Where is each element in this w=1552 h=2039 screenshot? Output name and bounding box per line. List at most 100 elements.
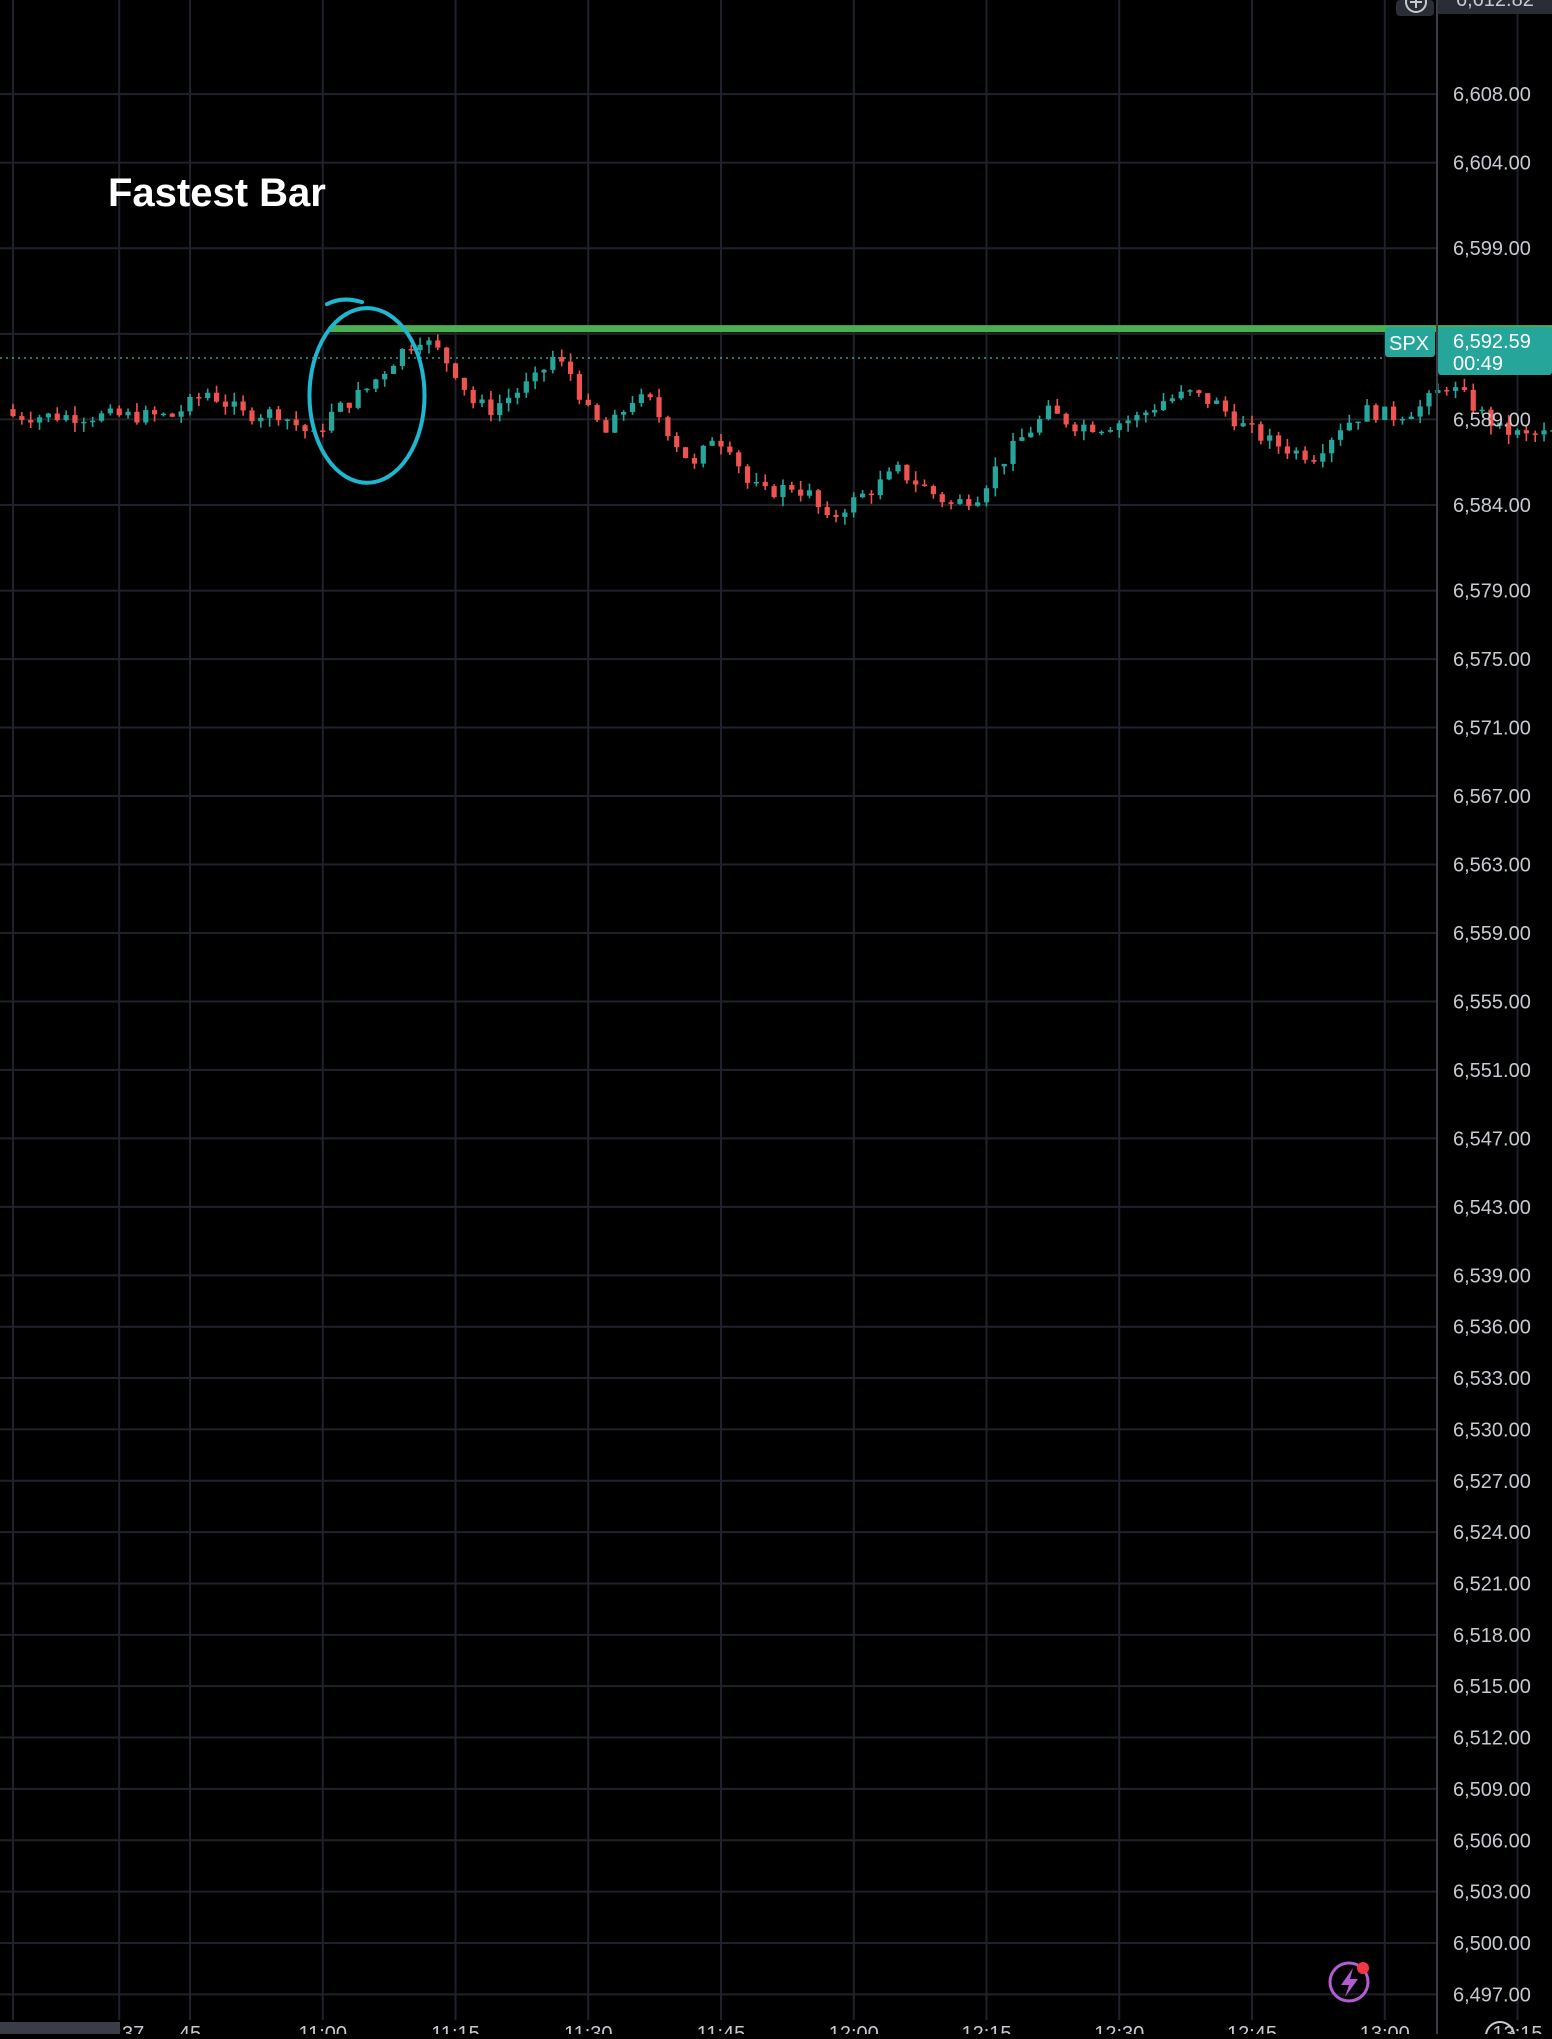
candle-body [771,486,777,498]
chart-area[interactable]: 6,608.006,604.006,599.006,594.006,589.00… [0,0,1552,2039]
price-tick-label: 6,500.00 [1453,1933,1531,1955]
candle-body [718,440,724,447]
candle-body [1143,412,1149,416]
candle-body [337,402,344,412]
crosshair-time-box [0,2022,120,2036]
candle-body [1240,423,1246,427]
candle-body [373,379,379,389]
candle-body [435,340,441,348]
candle-body [1072,424,1078,432]
candle-body [382,373,388,380]
candle-body [647,394,653,398]
price-tick-label: 6,579.00 [1453,581,1531,603]
candle-body [36,417,43,423]
candle-body [523,381,529,393]
candle-body [408,349,414,351]
candle-body [895,464,901,472]
candle-body [798,489,804,496]
candle-body [1267,435,1273,441]
candle-body [992,466,998,489]
candle-body [45,413,51,418]
candle-body [1461,387,1467,390]
candle-body [1063,413,1069,425]
candle-body [1426,393,1432,407]
candle-body [1541,430,1547,435]
candle-body [320,430,326,432]
price-tick-label: 6,608.00 [1453,84,1531,106]
plus-circle-icon[interactable] [1396,0,1434,16]
candle-body [205,392,211,399]
candle-body [966,499,972,506]
candle-body [1444,390,1450,392]
candle-body [1329,439,1335,454]
candle [452,362,459,380]
candle-body [665,417,671,437]
price-tick-label: 6,547.00 [1453,1128,1531,1150]
annotation-text[interactable]: Fastest Bar [108,171,326,215]
candle-body [1054,405,1060,414]
candle-body [1010,440,1016,464]
candle-body [709,440,715,446]
last-price-value: 6,592.59 [1453,331,1531,353]
candle-body [1205,393,1211,404]
candle-body [833,515,839,517]
price-tick-label: 6,503.00 [1453,1882,1531,1904]
candle-body [736,452,742,467]
candle-body [1028,432,1034,438]
candle-body [612,414,618,433]
candle-body [275,409,282,421]
candle-body [1320,453,1326,462]
candle-body [28,419,34,423]
candle-body [1037,419,1043,433]
candle-body [621,411,627,415]
candle-body [98,413,105,421]
candle-body [603,420,609,433]
candle-body [1231,411,1237,427]
candle-body [550,356,556,370]
candle-body [824,507,830,516]
candle-body [169,413,175,417]
candle-body [479,399,485,404]
candle-body [72,415,78,423]
candle-body [116,408,122,416]
candle-body [1391,406,1397,421]
candle-body [143,410,149,423]
candle-body [426,340,432,345]
candle-body [727,446,733,453]
candle-body [762,481,768,487]
candle-body [638,394,644,403]
price-tick-label: 6,515.00 [1453,1676,1531,1698]
candle-body [1160,401,1167,411]
candle-body [1081,424,1087,432]
candle-body [514,392,521,398]
candle-body [231,401,237,407]
candle-body [860,493,866,498]
candle-body [81,421,87,424]
candle-body [1001,463,1007,467]
candle-body [629,402,636,412]
candle-body [1532,433,1538,435]
candle-body [1098,431,1105,434]
candle [594,403,600,422]
candle-body [1178,391,1184,399]
price-tick-label: 6,589.00 [1453,409,1531,431]
candle-body [1090,424,1096,433]
candle-body [1373,405,1379,420]
candle-body [364,388,370,391]
candle-body [107,408,113,414]
candle-body [54,413,60,421]
candle-body [461,377,467,390]
candle-body [842,512,848,517]
candle-body [886,471,892,480]
candle-body [1311,459,1317,462]
candle-body [249,410,255,422]
time-tick-label: 12:00 [829,2023,879,2034]
candlestick-chart[interactable]: 6,608.006,604.006,599.006,594.006,589.00… [0,0,1552,2039]
time-tick-label: 11:15 [431,2023,480,2034]
candle-body [355,389,361,408]
candle-body [390,365,397,374]
candle-body [444,347,450,364]
candle-body [160,413,167,416]
time-tick-label: 11:00 [298,2023,347,2034]
price-tick-label: 6,536.00 [1453,1317,1531,1339]
